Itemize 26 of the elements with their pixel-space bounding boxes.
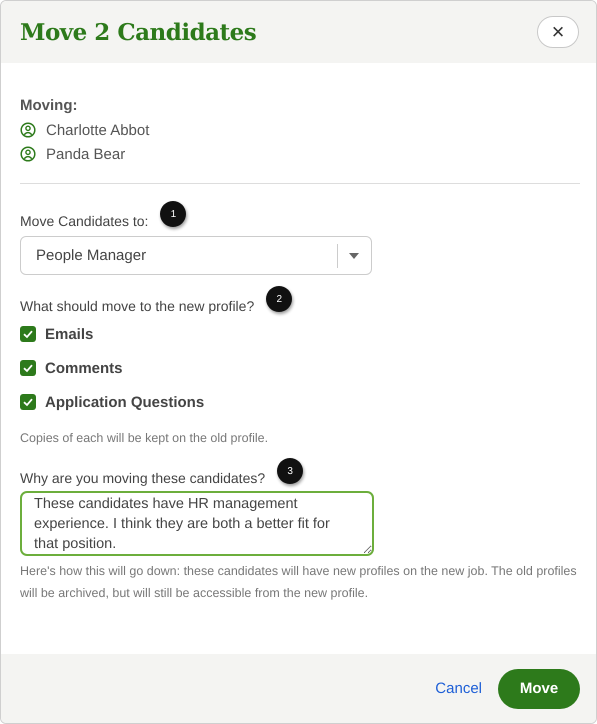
checkbox[interactable] [20,326,36,342]
checkbox-label: Comments [45,360,123,376]
close-button[interactable]: × [537,16,579,48]
step-badge: 1 [160,201,186,227]
checkbox-label: Application Questions [45,394,204,410]
candidate-name: Charlotte Abbot [46,122,150,138]
move-button[interactable]: Move [498,668,580,708]
field-label: What should move to the new profile? [20,298,254,314]
note-text: Copies of each will be kept on the old profile. [20,431,270,445]
checkbox[interactable] [20,394,36,410]
checkbox[interactable] [20,360,36,376]
caret-icon [349,252,359,258]
moving-label: Moving: [20,97,78,114]
step-badge: 3 [277,458,304,484]
job-dropdown[interactable]: People Manager [20,236,372,275]
step-badge: 2 [266,286,292,312]
field-label: Why are you moving these candidates? [20,470,266,486]
dialog-title: Move 2 Candidates [20,18,256,46]
person-icon [20,122,36,138]
help-text: Here's how this will go down: these candidates will have new profiles on the new job. The old profiles will be archived, but will still be accessible from the new profile. [20,563,578,602]
reason-field[interactable]: These candidates have HR management experience. I think they are both a better fit for that position. [20,491,374,556]
person-icon [20,146,36,162]
candidate-name: Panda Bear [46,146,126,162]
checkbox-label: Emails [45,326,94,342]
field-label: Move Candidates to: [20,213,148,229]
cancel-link[interactable]: Cancel [435,680,482,697]
